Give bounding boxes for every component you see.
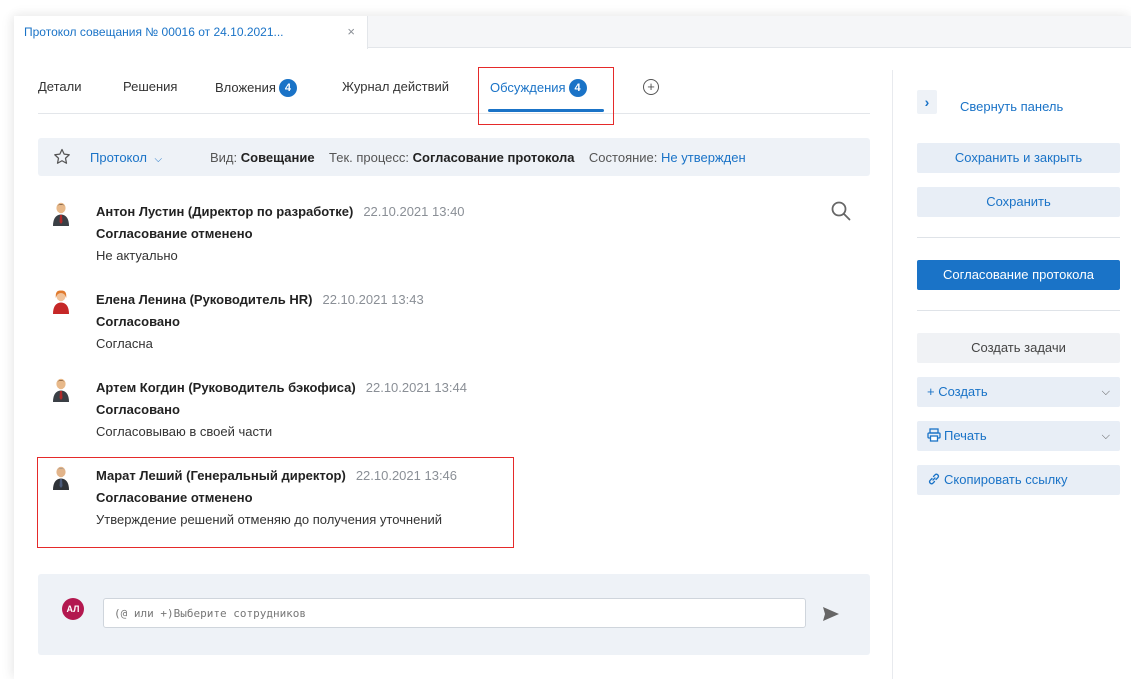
print-label: Печать: [944, 428, 987, 443]
collapse-panel-label: Свернуть панель: [960, 99, 1064, 114]
count-badge: 4: [278, 79, 297, 97]
kind-label: Вид:: [210, 150, 238, 165]
create-tasks-button[interactable]: Создать задачи: [917, 333, 1120, 363]
comment-text: Согласовываю в своей части: [96, 424, 273, 439]
tab-action-log[interactable]: Журнал действий: [342, 79, 449, 94]
collapse-panel-button[interactable]: › Свернуть панель: [917, 87, 1120, 117]
comment-status: Согласовано: [96, 314, 180, 329]
comment-item: Артем Когдин (Руководитель бэкофиса) 22.1…: [38, 374, 870, 454]
comment-highlight-frame: [37, 457, 514, 548]
author-name[interactable]: Артем Когдин (Руководитель бэкофиса): [96, 380, 356, 395]
kind-value: Совещание: [240, 150, 315, 165]
comment-time: 22.10.2021 13:44: [365, 380, 467, 395]
send-icon[interactable]: [822, 606, 840, 622]
comment-author: Антон Лустин (Директор по разработке) 22.…: [96, 204, 465, 219]
tab-attachments[interactable]: Вложения 4: [215, 79, 297, 97]
document-tab-title: Протокол совещания № 00016 от 24.10.2021…: [24, 25, 284, 39]
document-meta: Вид: Совещание Тек. процесс: Согласовани…: [210, 150, 746, 165]
tab-highlight-frame: [478, 67, 614, 125]
state-label: Состояние:: [588, 150, 658, 165]
create-label: + Создать: [927, 384, 988, 399]
current-user-avatar: АЛ: [62, 598, 84, 620]
copy-link-button[interactable]: Скопировать ссылку: [917, 465, 1120, 495]
state-value[interactable]: Не утвержден: [661, 150, 746, 165]
comment-text: Не актуально: [96, 248, 178, 263]
comment-composer: АЛ: [38, 574, 870, 655]
comment-item: Антон Лустин (Директор по разработке) 22.…: [38, 198, 870, 278]
chevron-down-icon: ⌵: [154, 154, 163, 165]
comment-text: Согласна: [96, 336, 153, 351]
comment-author: Елена Ленина (Руководитель HR) 22.10.2021…: [96, 292, 424, 307]
copy-link-label: Скопировать ссылку: [944, 472, 1068, 487]
tab-details[interactable]: Детали: [38, 79, 82, 94]
star-icon[interactable]: [52, 147, 72, 167]
comment-time: 22.10.2021 13:40: [363, 204, 465, 219]
panel-divider: [892, 70, 893, 679]
approve-protocol-button[interactable]: Согласование протокола: [917, 260, 1120, 290]
user-avatar-icon: [53, 202, 69, 226]
save-and-close-button[interactable]: Сохранить и закрыть: [917, 143, 1120, 173]
create-dropdown-button[interactable]: + Создать ⌵: [917, 377, 1120, 407]
divider: [917, 310, 1120, 311]
print-dropdown-button[interactable]: Печать ⌵: [917, 421, 1120, 451]
chevron-right-icon: ›: [917, 90, 937, 114]
user-avatar-icon: [53, 290, 69, 314]
comment-author: Артем Когдин (Руководитель бэкофиса) 22.1…: [96, 380, 467, 395]
user-avatar-icon: [53, 378, 69, 402]
author-name[interactable]: Елена Ленина (Руководитель HR): [96, 292, 312, 307]
mention-input[interactable]: [103, 598, 806, 628]
document-tab[interactable]: Протокол совещания № 00016 от 24.10.2021…: [14, 16, 368, 49]
comment-time: 22.10.2021 13:43: [322, 292, 424, 307]
tab-label: Журнал действий: [342, 79, 450, 94]
chevron-down-icon: ⌵: [1101, 386, 1110, 398]
tab-label: Решения: [123, 79, 178, 94]
document-type-dropdown[interactable]: Протокол ⌵: [90, 150, 162, 165]
divider: [917, 237, 1120, 238]
chevron-down-icon: ⌵: [1101, 430, 1110, 442]
comment-item: Елена Ленина (Руководитель HR) 22.10.2021…: [38, 286, 870, 366]
comment-status: Согласовано: [96, 402, 180, 417]
add-tab-icon[interactable]: +: [643, 79, 659, 95]
comment-status: Согласование отменено: [96, 226, 253, 241]
author-name[interactable]: Антон Лустин (Директор по разработке): [96, 204, 353, 219]
tab-strip: Детали Решения Вложения 4 Журнал действий…: [38, 48, 870, 125]
document-tab-bar: Протокол совещания № 00016 от 24.10.2021…: [14, 16, 1131, 49]
document-type-label: Протокол: [90, 150, 147, 165]
tab-label: Вложения: [215, 80, 276, 95]
process-value: Согласование протокола: [412, 150, 575, 165]
close-tab-icon[interactable]: ×: [347, 24, 355, 39]
tab-decisions[interactable]: Решения: [123, 79, 177, 94]
tab-label: Детали: [38, 79, 82, 94]
printer-icon: [927, 428, 941, 442]
save-button[interactable]: Сохранить: [917, 187, 1120, 217]
link-icon: [928, 473, 940, 485]
process-label: Тек. процесс:: [329, 150, 410, 165]
main-content: Детали Решения Вложения 4 Журнал действий…: [37, 48, 870, 679]
document-info-bar: Протокол ⌵ Вид: Совещание Тек. процесс: …: [38, 138, 870, 176]
